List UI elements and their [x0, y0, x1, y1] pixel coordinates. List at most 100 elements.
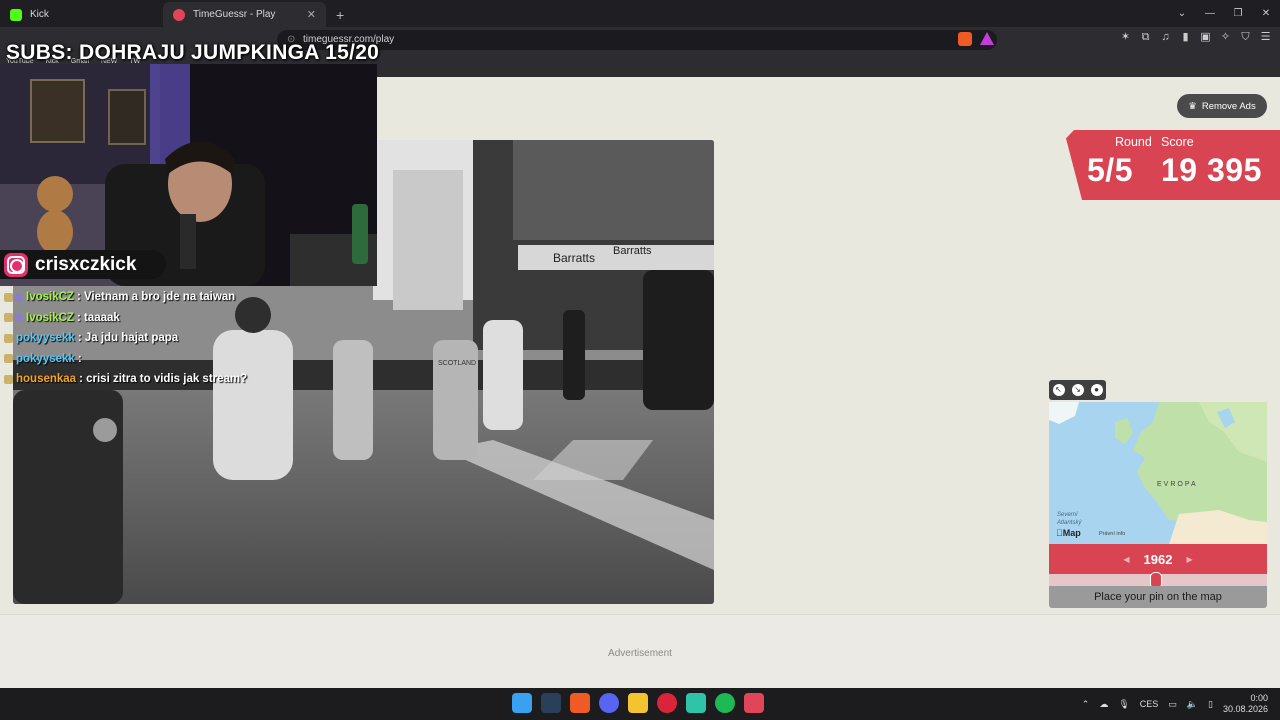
tab-search-icon[interactable]: ⌄: [1168, 0, 1196, 27]
microphone-icon[interactable]: 🎙: [1118, 699, 1129, 710]
browser-tab-bar: Kick TimeGuessr - Play ✕ + ⌄ — ❐ ✕: [0, 0, 1280, 27]
map-brand-label: Map: [1056, 528, 1081, 538]
shop-sign: Barratts: [553, 251, 595, 265]
instagram-handle: crisxczkick: [35, 253, 137, 275]
map-legal-link[interactable]: Právní info: [1099, 531, 1125, 537]
advertisement-label: Advertisement: [608, 648, 672, 659]
instagram-icon: [4, 252, 28, 277]
chat-text: :: [77, 352, 82, 365]
chat-text: : Ja jdu hajat papa: [77, 332, 179, 345]
year-value: 1962: [1143, 551, 1173, 567]
tab-timeguessr[interactable]: TimeGuessr - Play ✕: [163, 2, 326, 27]
score-value: 19 395: [1161, 152, 1262, 188]
minimize-icon[interactable]: —: [1196, 0, 1224, 27]
remove-ads-button[interactable]: ♛ Remove Ads: [1177, 94, 1267, 118]
stream-chat: IvosikCZ : Vietnam a bro jde na taiwan I…: [4, 287, 304, 390]
crown-icon: ♛: [1188, 100, 1197, 112]
app-red-icon[interactable]: [657, 693, 677, 713]
ai-icon[interactable]: ✧: [1219, 31, 1232, 44]
sash-text: SCOTLAND: [438, 360, 476, 367]
timeguessr-app-icon[interactable]: [744, 693, 764, 713]
leo-icon[interactable]: ✶: [1119, 31, 1132, 44]
chat-username: IvosikCZ: [26, 311, 74, 324]
chat-message: pokyysekk :: [4, 349, 304, 370]
instagram-tag: crisxczkick: [0, 250, 166, 279]
battery-icon[interactable]: ▯: [1208, 699, 1213, 710]
volume-icon[interactable]: 🔈: [1187, 699, 1198, 710]
tab-title: TimeGuessr - Play: [193, 9, 276, 20]
round-score-panel: Round 5/5 Score 19 395: [1066, 130, 1280, 200]
chat-message: housenkaa : crisi zitra to vidis jak str…: [4, 369, 304, 390]
file-explorer-icon[interactable]: [628, 693, 648, 713]
chat-username: pokyysekk: [16, 352, 75, 365]
map-brand-text: Map: [1063, 528, 1082, 538]
sub-badge-icon: [4, 292, 13, 302]
europe-map-image: EVROPA Severní Atlantský Map Právní inf…: [1049, 402, 1267, 544]
chat-username: pokyysekk: [16, 332, 75, 345]
system-tray: ⌃ ☁ 🎙 CES ▭ 🔈 ▯ 0:00 30.08.2026: [1082, 688, 1280, 720]
round-value: 5/5: [1087, 152, 1133, 188]
taskbar-apps: [512, 693, 764, 713]
sub-badge-icon: [4, 354, 13, 364]
window-controls: ⌄ — ❐ ✕: [1168, 0, 1280, 27]
chat-text: : Vietnam a bro jde na taiwan: [76, 291, 236, 304]
pin-map-icon[interactable]: ●: [1090, 384, 1103, 396]
start-icon[interactable]: [512, 693, 532, 713]
extensions-icon[interactable]: ⧉: [1139, 31, 1152, 44]
brave-shields-icon[interactable]: [958, 32, 972, 46]
clock-time: 0:00: [1250, 693, 1268, 703]
brave-icon[interactable]: [570, 693, 590, 713]
app-green-icon[interactable]: [686, 693, 706, 713]
year-decrease-icon[interactable]: ◀: [1123, 555, 1129, 564]
round-label: Round: [1115, 135, 1152, 149]
expand-map-icon[interactable]: ↖: [1052, 384, 1065, 396]
tab-title: Kick: [30, 9, 49, 20]
sub-badge-icon: [4, 374, 13, 384]
onedrive-icon[interactable]: ☁: [1099, 699, 1108, 710]
advertisement-area: Advertisement: [0, 614, 1280, 688]
windows-taskbar: ⌃ ☁ 🎙 CES ▭ 🔈 ▯ 0:00 30.08.2026: [0, 688, 1280, 720]
map-size-controls: ↖ ↘ ●: [1049, 380, 1106, 400]
map-ocean-label-2: Atlantský: [1056, 520, 1082, 526]
chat-message: IvosikCZ : Vietnam a bro jde na taiwan: [4, 287, 304, 308]
score-label: Score: [1161, 135, 1194, 149]
wallet-icon[interactable]: ▣: [1199, 31, 1212, 44]
clock-date: 30.08.2026: [1222, 704, 1268, 714]
map-region-label: EVROPA: [1157, 481, 1198, 488]
spotify-icon[interactable]: [715, 693, 735, 713]
tray-overflow-icon[interactable]: ⌃: [1082, 699, 1090, 710]
discord-icon[interactable]: [599, 693, 619, 713]
close-window-icon[interactable]: ✕: [1252, 0, 1280, 27]
brave-rewards-icon[interactable]: [980, 32, 994, 45]
language-indicator[interactable]: CES: [1140, 699, 1159, 709]
vpn-icon[interactable]: ⛉: [1239, 31, 1252, 44]
year-increase-icon[interactable]: ▶: [1186, 555, 1192, 564]
url-bar[interactable]: ⊙ timeguessr.com/play: [277, 30, 997, 50]
chat-text: : crisi zitra to vidis jak stream?: [79, 373, 248, 386]
chat-text: : taaaak: [76, 311, 120, 324]
year-selector: ◀ 1962 ▶: [1049, 544, 1267, 574]
shop-sign-2: Barratts: [613, 245, 652, 257]
tab-kick[interactable]: Kick: [0, 2, 163, 27]
map-ocean-label-1: Severní: [1057, 512, 1079, 518]
remove-ads-label: Remove Ads: [1201, 100, 1256, 112]
sidebar-icon[interactable]: ▮: [1179, 31, 1192, 44]
chat-username: IvosikCZ: [26, 291, 74, 304]
gift-badge-icon: [14, 292, 23, 302]
new-tab-button[interactable]: +: [326, 2, 354, 27]
maximize-icon[interactable]: ❐: [1224, 0, 1252, 27]
sub-badge-icon: [4, 313, 13, 323]
media-icon[interactable]: ♫: [1159, 31, 1172, 44]
kick-favicon-icon: [10, 8, 22, 21]
network-icon[interactable]: ▭: [1168, 699, 1177, 710]
place-pin-button[interactable]: Place your pin on the map: [1049, 586, 1267, 608]
menu-icon[interactable]: ☰: [1259, 31, 1272, 44]
guess-map[interactable]: EVROPA Severní Atlantský Map Právní inf…: [1049, 402, 1267, 544]
clock[interactable]: 0:00 30.08.2026: [1223, 693, 1268, 715]
close-tab-icon[interactable]: ✕: [307, 8, 316, 21]
subs-goal-overlay: SUBS: DOHRAJU JUMPKINGA 15/20: [6, 41, 380, 64]
sub-badge-icon: [4, 333, 13, 343]
chat-username: housenkaa: [16, 373, 77, 386]
shrink-map-icon[interactable]: ↘: [1071, 384, 1084, 396]
steam-icon[interactable]: [541, 693, 561, 713]
